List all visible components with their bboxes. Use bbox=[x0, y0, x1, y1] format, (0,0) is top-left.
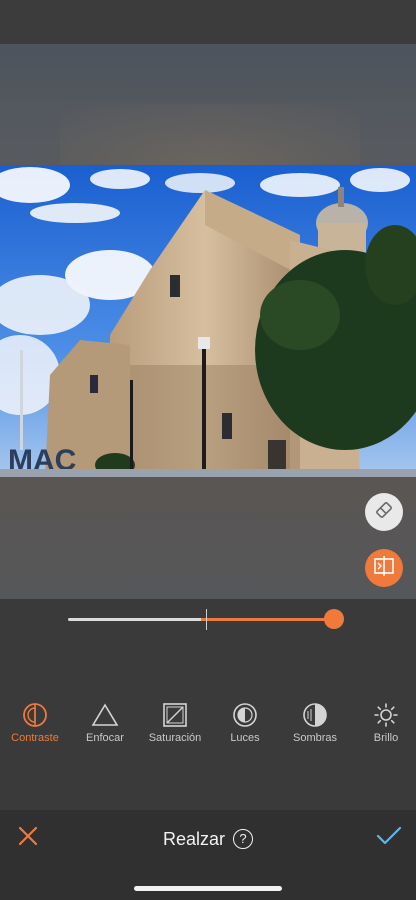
slider-track[interactable] bbox=[68, 609, 334, 630]
tool-sombras[interactable]: Sombras bbox=[280, 700, 350, 744]
screen-title: Realzar? bbox=[0, 828, 416, 850]
tool-strip: Contraste Enfocar Saturación Luces Sombr… bbox=[0, 700, 416, 760]
confirm-button[interactable] bbox=[374, 824, 404, 852]
eraser-icon bbox=[374, 500, 394, 525]
help-button[interactable]: ? bbox=[233, 829, 254, 850]
tool-label: Enfocar bbox=[86, 732, 124, 744]
tool-label: Contraste bbox=[11, 732, 59, 744]
triangle-icon bbox=[70, 700, 140, 730]
eraser-button[interactable] bbox=[365, 493, 403, 531]
bottom-bar: Realzar? bbox=[0, 810, 416, 900]
tool-brillo[interactable]: Brillo bbox=[351, 700, 416, 744]
compare-icon bbox=[373, 555, 395, 581]
tool-contraste[interactable]: Contraste bbox=[0, 700, 70, 744]
slider-fill bbox=[201, 618, 334, 621]
compare-button[interactable] bbox=[365, 549, 403, 587]
contrast-icon bbox=[0, 700, 70, 730]
tool-enfocar[interactable]: Enfocar bbox=[70, 700, 140, 744]
status-bar bbox=[0, 0, 416, 44]
sun-icon bbox=[351, 700, 416, 730]
title-text: Realzar bbox=[162, 828, 226, 849]
tool-label: Saturación bbox=[148, 732, 202, 744]
editor-canvas: MAC bbox=[0, 44, 416, 599]
home-indicator bbox=[134, 886, 282, 891]
saturation-icon bbox=[140, 700, 210, 730]
slider-thumb[interactable] bbox=[324, 609, 344, 629]
tool-luces[interactable]: Luces bbox=[210, 700, 280, 744]
check-icon bbox=[376, 826, 402, 851]
photo-image: MAC bbox=[0, 165, 416, 477]
tool-label: Luces bbox=[230, 732, 260, 744]
shadows-icon bbox=[280, 700, 350, 730]
intensity-slider[interactable] bbox=[0, 599, 416, 699]
slider-center-mark bbox=[206, 609, 207, 630]
tool-saturacion[interactable]: Saturación bbox=[140, 700, 210, 744]
tool-label: Sombras bbox=[292, 732, 338, 744]
highlights-icon bbox=[210, 700, 280, 730]
photo-preview[interactable]: MAC bbox=[0, 165, 416, 477]
tool-label: Brillo bbox=[373, 732, 399, 744]
